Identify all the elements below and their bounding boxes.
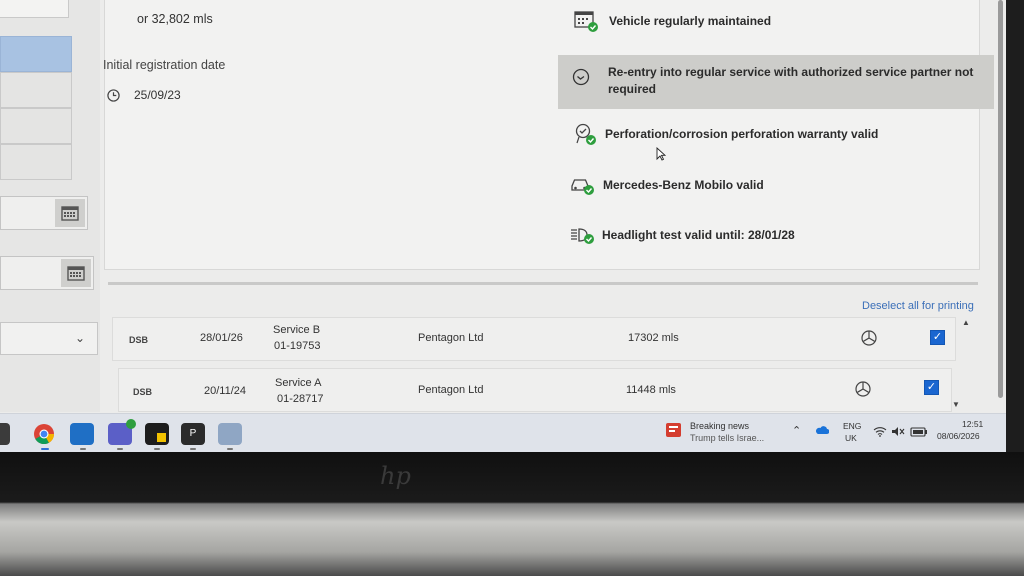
running-indicator [117, 448, 123, 450]
scrollbar-thumb[interactable] [998, 0, 1003, 398]
status-label: Re-entry into regular service with autho… [608, 65, 974, 96]
calendar-icon[interactable] [61, 259, 91, 287]
calendar-icon[interactable] [55, 199, 85, 227]
running-indicator [190, 448, 196, 450]
mileage-text: or 32,802 mls [137, 12, 213, 26]
car-check-icon [571, 179, 594, 195]
table-row[interactable]: DSB 28/01/26 Service B 01-19753 Pentagon… [112, 317, 956, 361]
service-arrow-icon [572, 68, 590, 86]
row-code: 01-19753 [274, 340, 321, 352]
form-field-top[interactable] [0, 0, 69, 18]
tray-chevron-up-icon[interactable]: ⌃ [792, 424, 801, 437]
row-type: DSB [133, 387, 153, 397]
onedrive-icon[interactable] [815, 426, 829, 435]
calendar-check-icon [574, 11, 598, 32]
laptop-bezel-bottom [0, 452, 1024, 576]
vehicle-info-panel: or 32,802 mls Initial registration date … [103, 0, 994, 270]
status-label: Mercedes-Benz Mobilo valid [603, 178, 764, 192]
laptop-bezel-right [1006, 0, 1024, 452]
clock-time[interactable]: 12:51 [962, 419, 983, 429]
form-list-item[interactable] [0, 144, 72, 180]
form-list-item[interactable] [0, 108, 72, 144]
filter-select[interactable]: ⌄ [0, 322, 98, 355]
left-form-column: ⌄ [0, 0, 100, 412]
row-type: DSB [129, 335, 149, 345]
start-icon[interactable] [0, 423, 10, 445]
taskbar: P Breaking news Trump tells Israe... ⌃ E… [0, 413, 1006, 452]
deselect-all-link[interactable]: Deselect all for printing [862, 300, 974, 312]
scroll-down-arrow-icon[interactable]: ▼ [952, 400, 960, 409]
print-checkbox[interactable]: ✓ [930, 330, 945, 345]
battery-icon[interactable] [910, 426, 928, 437]
row-code: 01-28717 [277, 393, 324, 405]
status-reentry-highlight: Re-entry into regular service with autho… [558, 55, 994, 109]
news-subtitle[interactable]: Trump tells Israe... [690, 433, 764, 443]
mouse-cursor-icon [656, 147, 666, 161]
date-field-to[interactable] [0, 256, 94, 290]
registration-row: 25/09/23 [107, 88, 181, 102]
row-mileage: 17302 mls [628, 332, 679, 344]
warranty-badge-icon [575, 123, 596, 145]
clock-date[interactable]: 08/06/2026 [937, 431, 980, 441]
row-date: 28/01/26 [200, 332, 243, 344]
row-date: 20/11/24 [204, 385, 247, 397]
screen: ⌄ or 32,802 mls Initial registration dat… [0, 0, 1006, 452]
news-title[interactable]: Breaking news [690, 421, 749, 431]
status-headlight: Headlight test valid until: 28/01/28 [569, 224, 795, 246]
running-indicator [154, 448, 160, 450]
chrome-icon[interactable] [32, 423, 56, 445]
active-indicator [41, 448, 49, 450]
language-indicator[interactable]: ENG [843, 421, 861, 431]
headlight-check-icon [571, 228, 594, 244]
file-explorer-icon[interactable] [218, 423, 242, 445]
section-divider [108, 282, 978, 285]
outlook-icon[interactable] [70, 423, 94, 445]
status-warranty: Perforation/corrosion perforation warran… [573, 122, 878, 146]
row-partner: Pentagon Ltd [418, 384, 484, 396]
volume-muted-icon[interactable] [891, 426, 905, 437]
table-row[interactable]: DSB 20/11/24 Service A 01-28717 Pentagon… [118, 368, 952, 412]
status-maintained: Vehicle regularly maintained [573, 9, 771, 33]
mercedes-star-icon [855, 381, 871, 397]
teams-icon[interactable] [108, 419, 136, 445]
registration-date: 25/09/23 [134, 88, 181, 102]
wifi-icon[interactable] [873, 426, 887, 437]
form-list-item-selected[interactable] [0, 36, 72, 72]
registration-label: Initial registration date [103, 58, 226, 72]
form-list-item[interactable] [0, 72, 72, 108]
row-mileage: 11448 mls [626, 384, 676, 396]
news-icon[interactable] [664, 420, 684, 440]
status-label: Vehicle regularly maintained [609, 14, 772, 28]
sticky-app-icon[interactable] [145, 423, 169, 445]
running-indicator [80, 448, 86, 450]
print-checkbox[interactable]: ✓ [924, 380, 939, 395]
chevron-down-icon: ⌄ [74, 331, 85, 345]
row-service: Service B [273, 324, 321, 336]
region-indicator[interactable]: UK [845, 433, 857, 443]
row-service: Service A [275, 377, 322, 389]
mercedes-star-icon [861, 330, 877, 346]
status-label: Perforation/corrosion perforation warran… [605, 127, 879, 141]
running-indicator [227, 448, 233, 450]
hp-logo: hp [380, 462, 411, 490]
powerpoint-icon[interactable]: P [181, 423, 205, 445]
status-mobilo: Mercedes-Benz Mobilo valid [569, 174, 764, 196]
status-label: Headlight test valid until: 28/01/28 [602, 228, 795, 242]
scrollbar[interactable] [994, 0, 1006, 412]
date-field-from[interactable] [0, 196, 88, 230]
row-partner: Pentagon Ltd [418, 332, 484, 344]
clock-icon [107, 88, 120, 102]
scroll-up-arrow-icon[interactable]: ▲ [962, 318, 970, 327]
